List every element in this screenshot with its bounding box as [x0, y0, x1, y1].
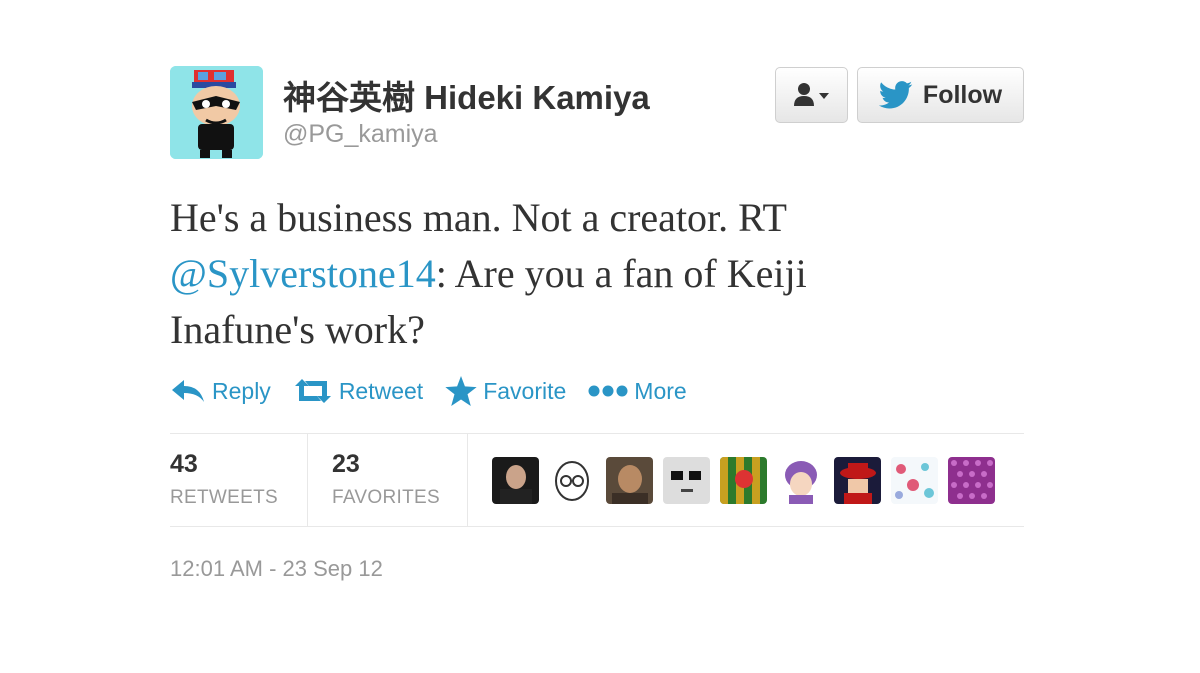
favoriter-avatar[interactable]: [834, 456, 881, 504]
ellipsis-icon: [588, 385, 628, 397]
avatar-image: [170, 66, 263, 159]
tweet-timestamp[interactable]: 12:01 AM - 23 Sep 12: [170, 556, 383, 582]
favoriter-avatar[interactable]: [492, 456, 539, 504]
caret-down-icon: [818, 93, 829, 99]
retweet-label: Retweet: [338, 377, 424, 404]
tweet-text-before: He's a business man. Not a creator. RT: [170, 195, 787, 240]
user-actions-button[interactable]: [775, 67, 848, 123]
reply-label: Reply: [212, 377, 271, 404]
twitter-bird-icon: [878, 81, 913, 109]
favorites-count: 23: [332, 450, 360, 478]
favoriter-avatar[interactable]: [777, 456, 824, 504]
tweet-text: He's a business man. Not a creator. RT @…: [170, 190, 950, 358]
favorite-label: Favorite: [483, 377, 567, 404]
follow-button[interactable]: Follow: [857, 67, 1024, 123]
retweet-icon: [294, 379, 331, 403]
tweet-actions: Reply Retweet Favorite More: [170, 376, 709, 406]
retweets-label: RETWEETS: [170, 487, 278, 508]
favoriter-avatar[interactable]: [549, 456, 596, 504]
profile-avatar[interactable]: [170, 66, 263, 159]
favoriter-avatar[interactable]: [891, 456, 938, 504]
favorites-label: FAVORITES: [332, 487, 440, 508]
favoriter-avatar[interactable]: [663, 456, 710, 504]
favorites-stat[interactable]: 23 FAVORITES: [308, 434, 468, 526]
mention-link[interactable]: @Sylverstone14: [170, 251, 436, 296]
retweets-count: 43: [170, 450, 198, 478]
more-label: More: [634, 377, 687, 404]
reply-action[interactable]: Reply: [170, 378, 271, 405]
follow-label: Follow: [922, 80, 1003, 109]
retweet-action[interactable]: Retweet: [293, 378, 423, 405]
favoriter-avatars: [468, 434, 995, 526]
full-name[interactable]: 神谷英樹 Hideki Kamiya: [283, 78, 650, 118]
reply-icon: [172, 380, 204, 402]
star-icon: [445, 376, 477, 406]
more-action[interactable]: More: [588, 377, 687, 405]
favorite-action[interactable]: Favorite: [445, 376, 566, 406]
user-icon: [793, 83, 829, 106]
favoriter-avatar[interactable]: [948, 456, 995, 504]
username[interactable]: @PG_kamiya: [283, 120, 650, 149]
retweets-stat[interactable]: 43 RETWEETS: [170, 434, 308, 526]
favoriter-avatar[interactable]: [606, 456, 653, 504]
user-names: 神谷英樹 Hideki Kamiya @PG_kamiya: [283, 78, 650, 149]
favoriter-avatar[interactable]: [720, 456, 767, 504]
tweet-stats: 43 RETWEETS 23 FAVORITES: [170, 433, 1024, 527]
